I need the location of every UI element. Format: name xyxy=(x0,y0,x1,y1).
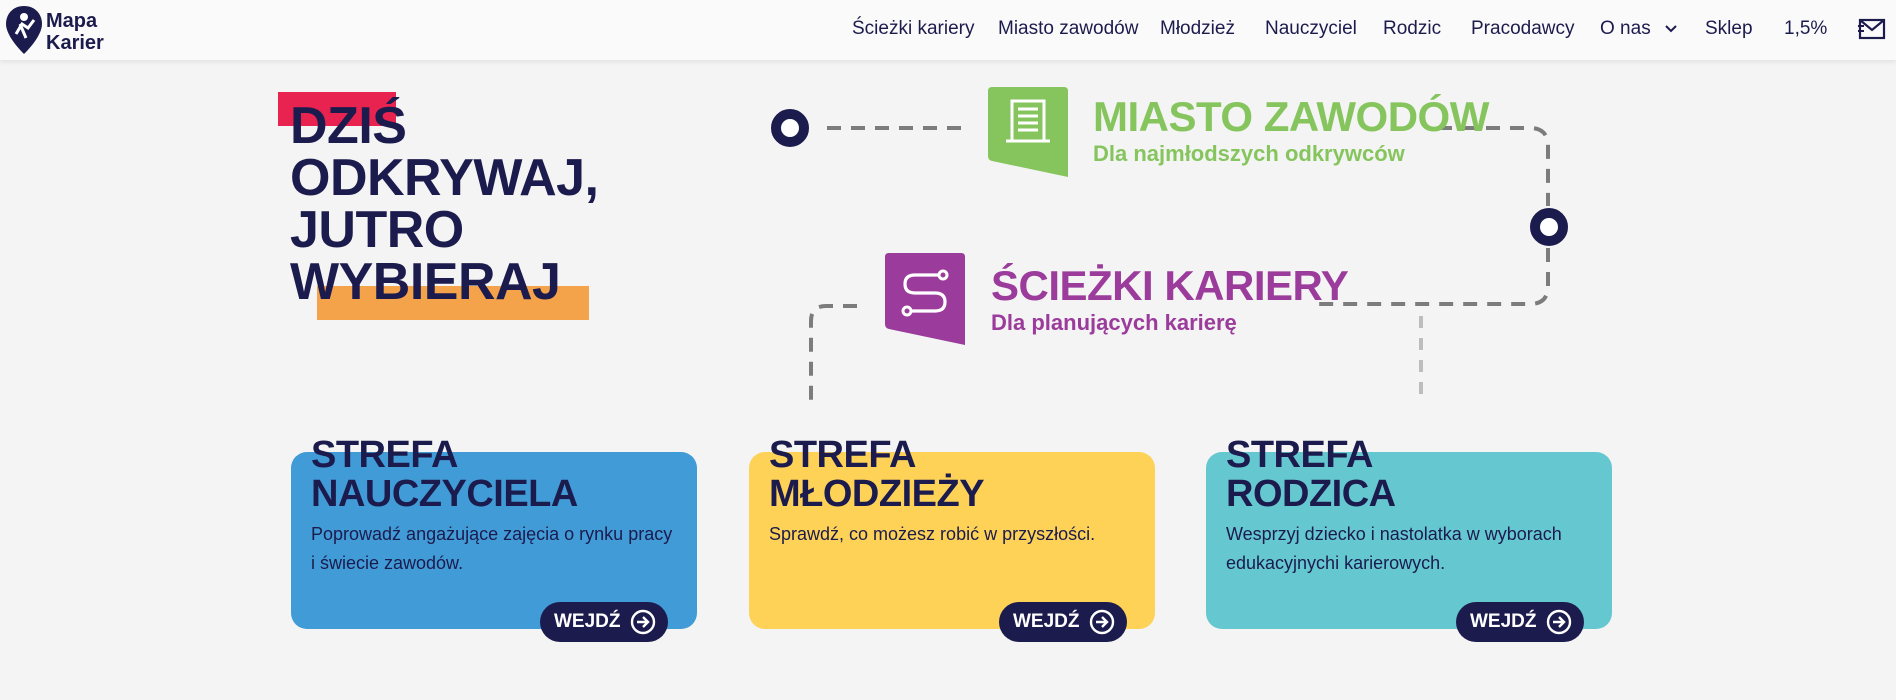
nav-mlodziez[interactable]: Młodzież xyxy=(1160,18,1235,40)
card-title: STREFA RODZICA xyxy=(1226,436,1396,514)
card-description: Wesprzyj dziecko i nastolatka w wyborach… xyxy=(1226,520,1596,578)
card-title-line-2: RODZICA xyxy=(1226,473,1396,515)
card-strefa-rodzica: STREFA RODZICA Wesprzyj dziecko i nastol… xyxy=(1206,436,1612,642)
hero-line-4: WYBIERAJ xyxy=(290,253,561,311)
nav-o-nas-label: O nas xyxy=(1600,18,1651,39)
card-desc-line-1: Poprowadź angażujące zajęcia o rynku pra… xyxy=(311,524,673,544)
building-icon[interactable] xyxy=(988,87,1068,177)
hero-line-3: JUTRO xyxy=(290,201,464,259)
sciezki-kariery-subtitle: Dla planujących karierę xyxy=(991,310,1237,335)
hero-line-1: DZIŚ xyxy=(290,97,407,155)
card-strefa-nauczyciela: STREFA NAUCZYCIELA Poprowadź angażujące … xyxy=(291,436,697,642)
nav-sklep[interactable]: Sklep xyxy=(1705,18,1753,40)
card-desc-line-1: Wesprzyj dziecko i nastolatka w wyborach xyxy=(1226,524,1562,544)
path-node-start xyxy=(771,109,809,147)
miasto-zawodow-title[interactable]: MIASTO ZAWODÓW xyxy=(1093,95,1489,139)
envelope-icon[interactable] xyxy=(1858,18,1886,40)
nav-pracodawcy[interactable]: Pracodawcy xyxy=(1471,18,1575,40)
card-description: Sprawdź, co możesz robić w przyszłości. xyxy=(769,520,1139,549)
card-desc-line-2: i świecie zawodów. xyxy=(311,553,464,573)
path-icon[interactable] xyxy=(885,253,965,345)
enter-button-label: WEJDŹ xyxy=(554,611,621,632)
path-node-right xyxy=(1530,208,1568,246)
miasto-zawodow-subtitle: Dla najmłodszych odkrywców xyxy=(1093,141,1405,166)
card-title-line-2: MŁODZIEŻY xyxy=(769,473,985,515)
nav-sciezki-kariery[interactable]: Ścieżki kariery xyxy=(852,18,974,40)
chevron-down-icon xyxy=(1665,25,1677,33)
arrow-right-circle-icon xyxy=(630,609,656,635)
hero-line-2: ODKRYWAJ, xyxy=(290,149,599,207)
hero-heading: DZIŚ ODKRYWAJ, JUTRO WYBIERAJ xyxy=(278,92,670,330)
card-title-line-1: STREFA xyxy=(769,434,916,476)
nav-rodzic[interactable]: Rodzic xyxy=(1383,18,1441,40)
card-title-line-1: STREFA xyxy=(311,434,458,476)
nav-miasto-zawodow[interactable]: Miasto zawodów xyxy=(998,18,1138,40)
enter-button[interactable]: WEJDŹ xyxy=(540,602,668,642)
card-title: STREFA MŁODZIEŻY xyxy=(769,434,985,515)
card-description: Poprowadź angażujące zajęcia o rynku pra… xyxy=(311,520,681,578)
card-desc-line-1: Sprawdź, co możesz robić w przyszłości. xyxy=(769,524,1096,544)
enter-button-label: WEJDŹ xyxy=(1470,611,1537,632)
card-desc-line-2: edukacyjnychi karierowych. xyxy=(1226,553,1446,573)
nav-o-nas[interactable]: O nas xyxy=(1600,18,1678,40)
enter-button-label: WEJDŹ xyxy=(1013,611,1080,632)
nav-1-5-procent[interactable]: 1,5% xyxy=(1784,18,1827,40)
arrow-right-circle-icon xyxy=(1089,609,1115,635)
nav-nauczyciel[interactable]: Nauczyciel xyxy=(1265,18,1357,40)
card-title-line-1: STREFA xyxy=(1226,434,1373,476)
sciezki-kariery-title[interactable]: ŚCIEŻKI KARIERY xyxy=(991,264,1349,308)
enter-button[interactable]: WEJDŹ xyxy=(999,602,1127,642)
site-header: Mapa Karier Ścieżki kariery Miasto zawod… xyxy=(0,0,1896,60)
card-title: STREFA NAUCZYCIELA xyxy=(311,436,578,514)
enter-button[interactable]: WEJDŹ xyxy=(1456,602,1584,642)
card-strefa-mlodziezy: STREFA MŁODZIEŻY Sprawdź, co możesz robi… xyxy=(749,436,1155,642)
card-title-line-2: NAUCZYCIELA xyxy=(311,473,578,515)
main-nav: Ścieżki kariery Miasto zawodów Młodzież … xyxy=(0,0,1896,60)
arrow-right-circle-icon xyxy=(1546,609,1572,635)
